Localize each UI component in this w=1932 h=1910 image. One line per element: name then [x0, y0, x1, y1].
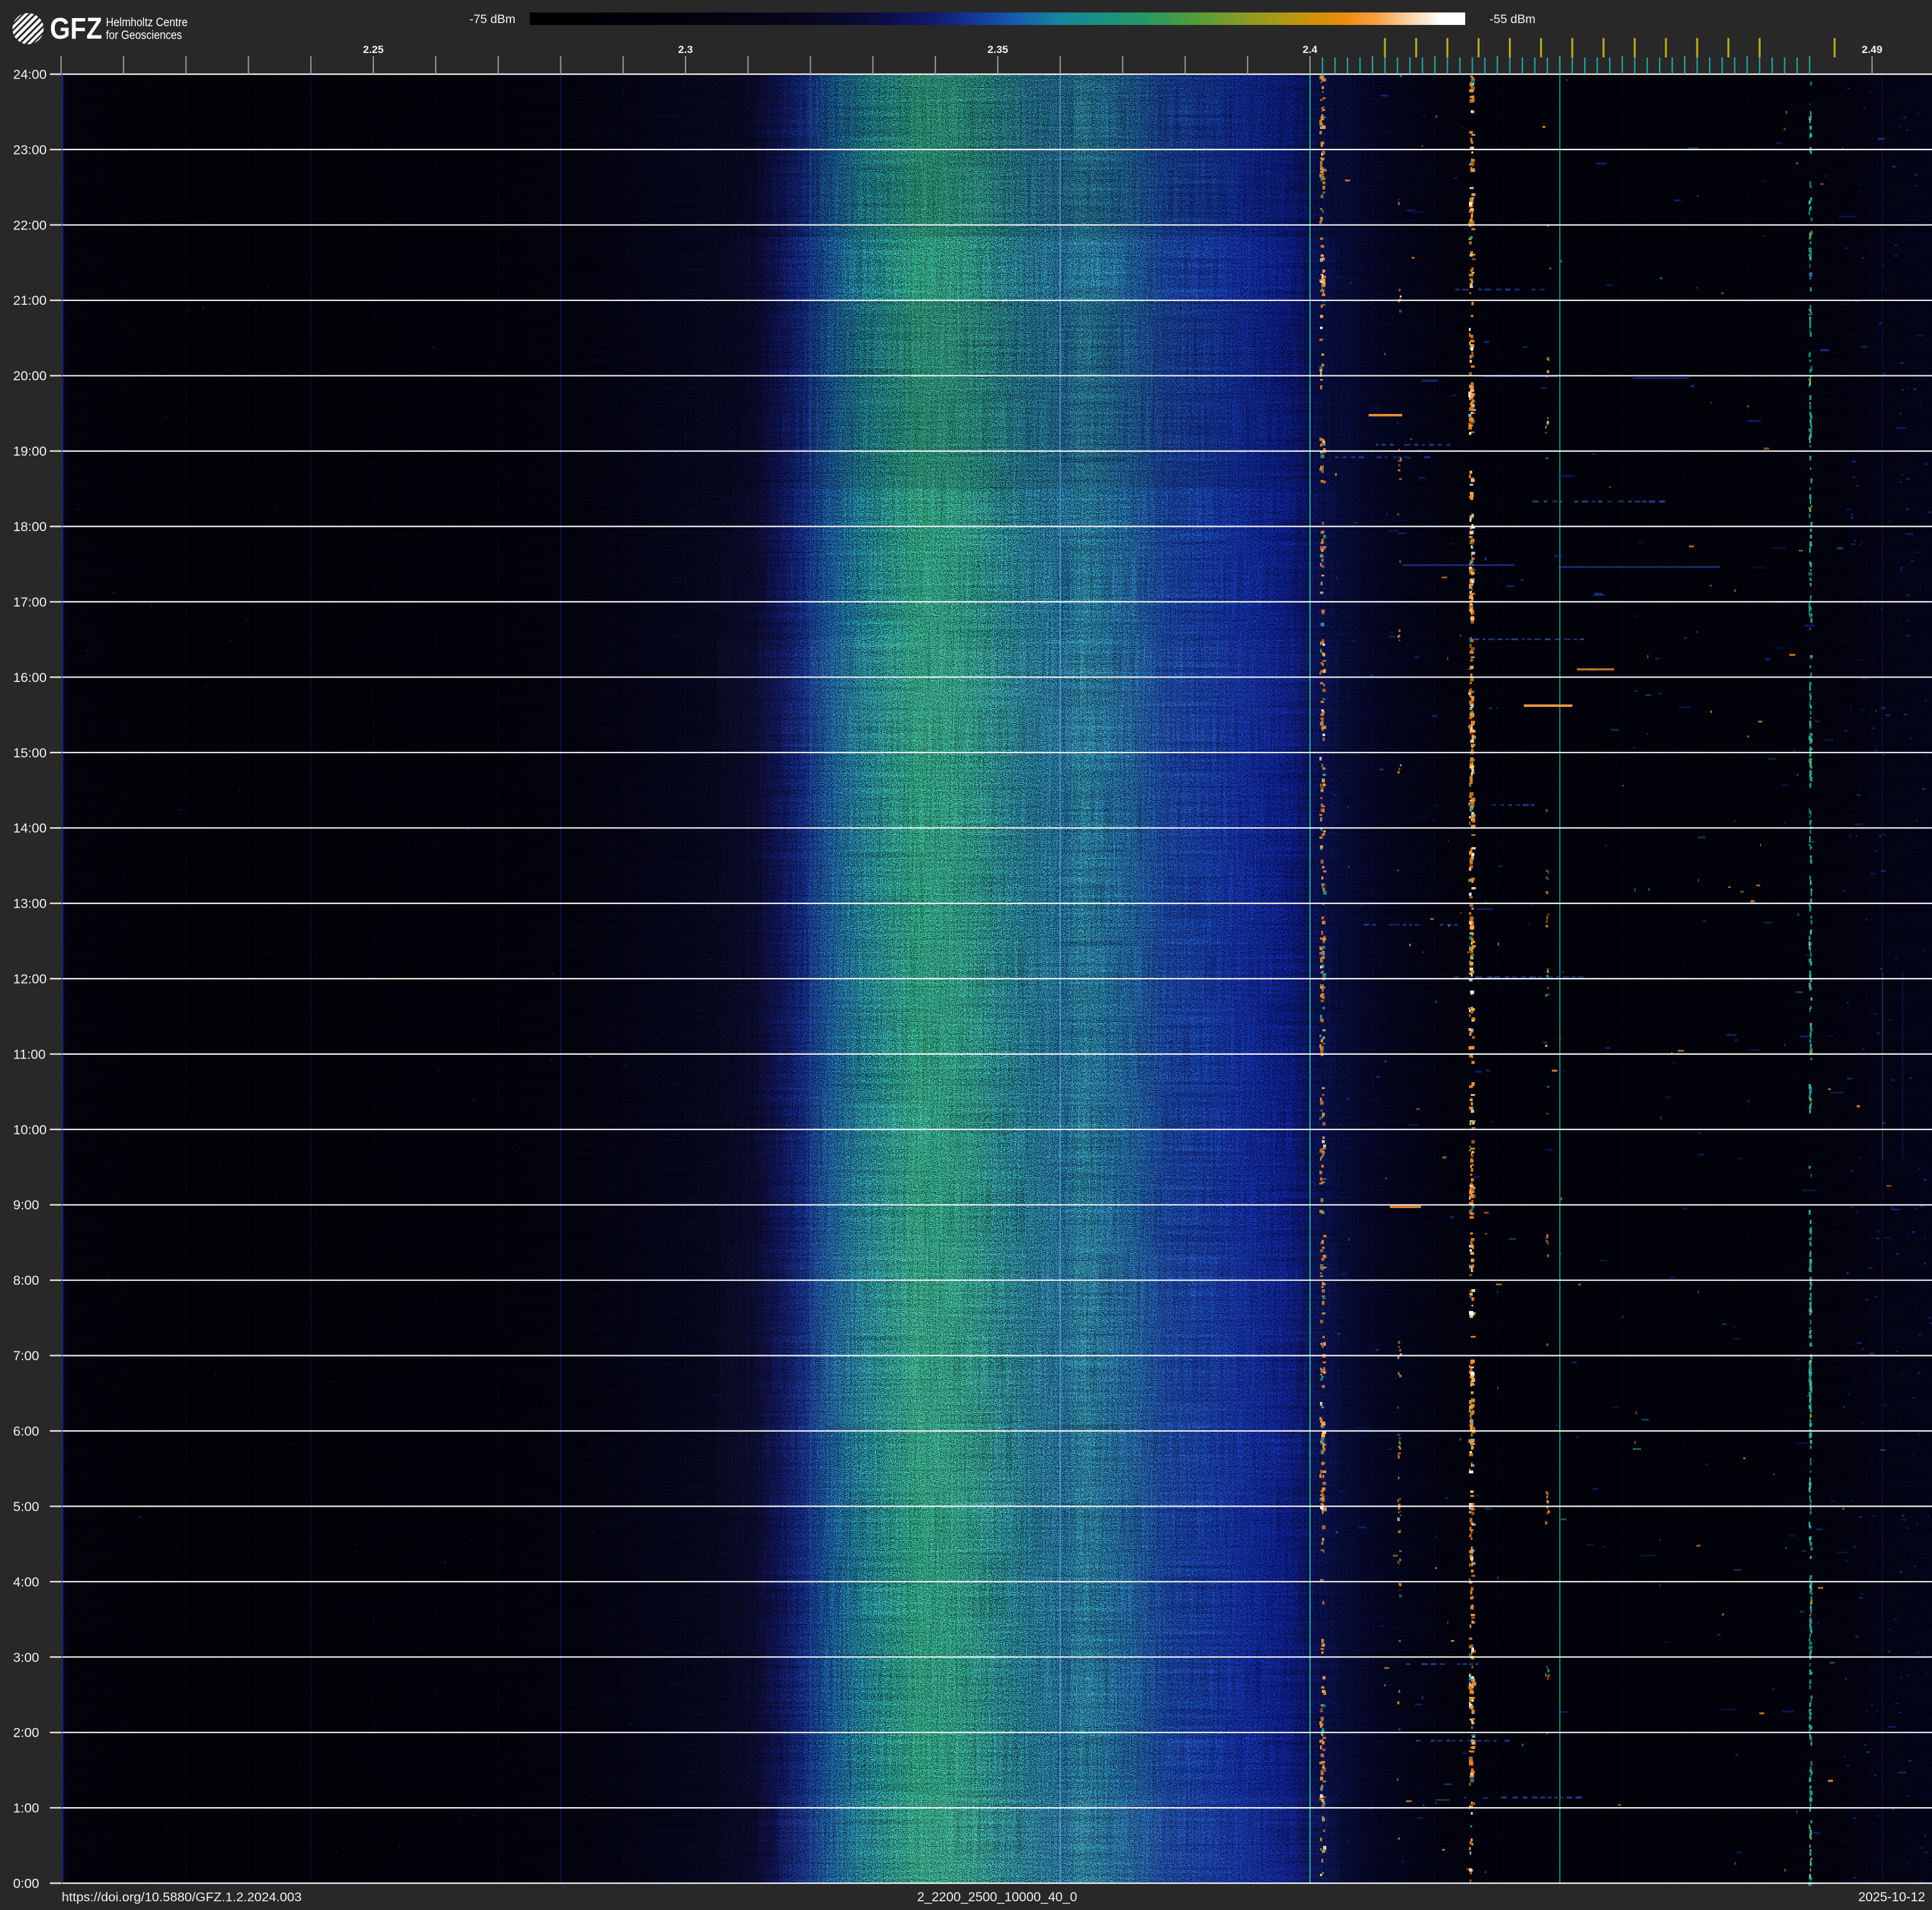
svg-text:19:00: 19:00 — [13, 444, 47, 459]
svg-text:10:00: 10:00 — [13, 1122, 47, 1137]
svg-text:2_2200_2500_10000_40_0: 2_2200_2500_10000_40_0 — [917, 1890, 1078, 1904]
svg-text:16:00: 16:00 — [13, 670, 47, 685]
svg-text:11:00: 11:00 — [13, 1047, 45, 1062]
svg-text:2.35: 2.35 — [987, 44, 1008, 55]
svg-text:22:00: 22:00 — [13, 218, 47, 233]
svg-text:-75 dBm: -75 dBm — [469, 12, 515, 26]
svg-text:3:00: 3:00 — [13, 1650, 39, 1665]
svg-text:2.49: 2.49 — [1862, 44, 1882, 55]
svg-text:20:00: 20:00 — [13, 368, 47, 383]
svg-text:2.4: 2.4 — [1303, 44, 1317, 55]
svg-text:4:00: 4:00 — [13, 1575, 39, 1590]
svg-text:15:00: 15:00 — [13, 746, 47, 761]
svg-text:6:00: 6:00 — [13, 1424, 39, 1439]
svg-text:for Geosciences: for Geosciences — [106, 29, 182, 42]
svg-text:0:00: 0:00 — [13, 1876, 39, 1891]
svg-text:-55 dBm: -55 dBm — [1490, 12, 1536, 26]
svg-text:2.25: 2.25 — [363, 44, 383, 55]
svg-text:13:00: 13:00 — [13, 896, 47, 911]
svg-text:2.3: 2.3 — [678, 44, 693, 55]
svg-text:2:00: 2:00 — [13, 1725, 39, 1740]
svg-text:GFZ: GFZ — [50, 12, 102, 46]
svg-text:8:00: 8:00 — [13, 1273, 39, 1288]
svg-text:23:00: 23:00 — [13, 142, 47, 157]
svg-text:18:00: 18:00 — [13, 519, 47, 534]
svg-text:5:00: 5:00 — [13, 1499, 39, 1514]
svg-text:12:00: 12:00 — [13, 972, 47, 987]
svg-text:https://doi.org/10.5880/GFZ.1.: https://doi.org/10.5880/GFZ.1.2.2024.003 — [62, 1891, 302, 1904]
svg-text:1:00: 1:00 — [13, 1801, 39, 1816]
svg-text:2025-10-12: 2025-10-12 — [1858, 1890, 1925, 1904]
svg-text:24:00: 24:00 — [13, 67, 47, 82]
svg-text:Helmholtz Centre: Helmholtz Centre — [106, 16, 188, 29]
svg-text:7:00: 7:00 — [13, 1348, 39, 1363]
svg-text:21:00: 21:00 — [13, 293, 47, 308]
svg-text:9:00: 9:00 — [13, 1197, 39, 1212]
svg-text:14:00: 14:00 — [13, 821, 47, 836]
svg-text:17:00: 17:00 — [13, 595, 47, 610]
